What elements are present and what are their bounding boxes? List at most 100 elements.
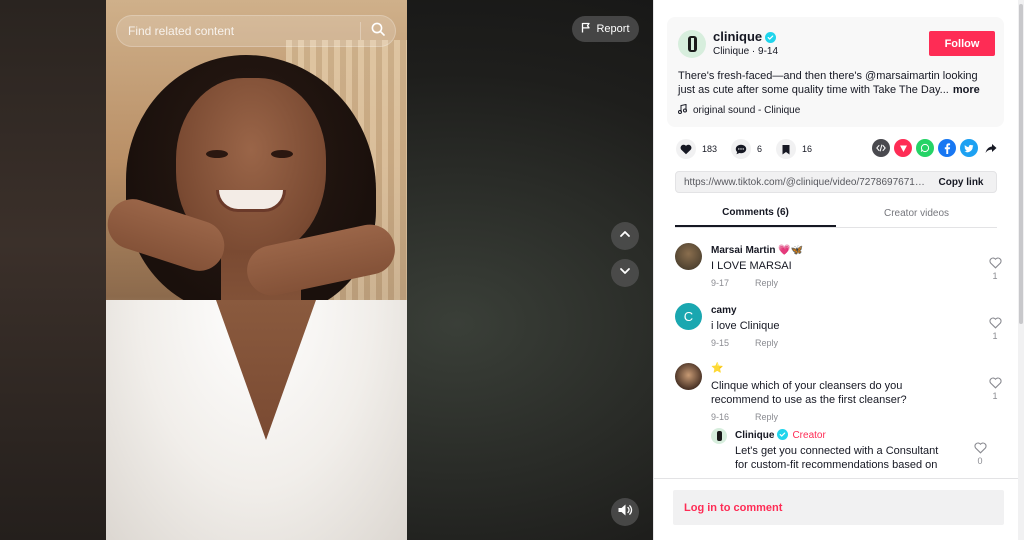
details-panel: clinique Clinique · 9-14 Follow There's … — [653, 0, 1024, 540]
video-area[interactable]: Report — [0, 0, 653, 540]
music-note-icon — [678, 103, 687, 117]
comment-username[interactable]: ⭐ — [711, 363, 723, 374]
comment-username[interactable]: camy — [711, 305, 737, 316]
previous-video-button[interactable] — [611, 222, 639, 250]
share-icon[interactable] — [982, 139, 1000, 157]
author-meta: Clinique · 9-14 — [713, 46, 779, 57]
comment-like: 1 — [985, 257, 1005, 281]
comment-username[interactable]: Marsai Martin 💗🦋 — [711, 245, 803, 256]
follow-button[interactable]: Follow — [929, 31, 995, 56]
tab-creator-videos[interactable]: Creator videos — [836, 200, 997, 227]
comment-meta: 9-16 Reply — [711, 412, 778, 422]
tab-comments[interactable]: Comments (6) — [675, 200, 836, 227]
video-link-url[interactable]: https://www.tiktok.com/@clinique/video/7… — [676, 177, 926, 188]
comment-like-count: 1 — [992, 331, 998, 341]
embed-icon[interactable] — [872, 139, 890, 157]
scrollbar-thumb[interactable] — [1019, 4, 1023, 324]
bookmark-icon — [776, 139, 797, 159]
video-subject-eye — [271, 150, 293, 158]
author-card: clinique Clinique · 9-14 Follow There's … — [667, 17, 1004, 127]
like-button[interactable]: 183 — [676, 139, 717, 159]
sound-link[interactable]: original sound - Clinique — [678, 103, 801, 117]
author-name-row[interactable]: clinique — [713, 29, 777, 44]
comment-like-count: 1 — [992, 271, 998, 281]
creator-badge: Creator — [792, 430, 826, 441]
comment-item: C camy i love Clinique 9-15 Reply 1 — [675, 303, 1005, 363]
comment-like: 0 — [970, 442, 990, 466]
save-count: 16 — [802, 144, 813, 154]
reply-button[interactable]: Reply — [755, 412, 778, 422]
heart-outline-icon[interactable] — [985, 257, 1005, 269]
chevron-down-icon — [618, 264, 632, 283]
comment-item: ⭐ Clinque which of your cleansers do you… — [675, 363, 1005, 425]
volume-button[interactable] — [611, 498, 639, 526]
reply-username-row: Clinique Creator — [735, 429, 826, 441]
comment-footer: Log in to comment — [654, 478, 1018, 540]
video-subject-smile — [216, 190, 286, 212]
avatar-letter: C — [683, 309, 694, 324]
verified-icon — [765, 32, 777, 43]
video-player[interactable] — [106, 0, 407, 540]
comment-button[interactable]: 6 — [731, 139, 762, 159]
panel-tabs: Comments (6) Creator videos — [675, 200, 997, 228]
reply-button[interactable]: Reply — [755, 278, 778, 288]
avatar[interactable]: C — [675, 303, 702, 330]
heart-outline-icon[interactable] — [985, 317, 1005, 329]
volume-icon — [617, 503, 633, 522]
search-button[interactable] — [361, 16, 395, 46]
engagement-actions: 183 6 16 — [676, 139, 826, 159]
comment-date: 9-17 — [711, 278, 730, 288]
comment-like-count: 0 — [977, 456, 983, 466]
comment-like: 1 — [985, 377, 1005, 401]
comment-meta: 9-17 Reply — [711, 278, 778, 288]
report-label: Report — [596, 23, 630, 35]
video-blurred-background — [0, 0, 106, 540]
avatar[interactable] — [675, 243, 702, 270]
sound-label: original sound - Clinique — [693, 105, 801, 116]
heart-outline-icon[interactable] — [970, 442, 990, 454]
report-button[interactable]: Report — [572, 16, 639, 42]
twitter-icon[interactable] — [960, 139, 978, 157]
description-text: There's fresh-faced—and then there's @ma… — [678, 70, 978, 96]
save-button[interactable]: 16 — [776, 139, 812, 159]
comment-date: 9-15 — [711, 338, 730, 348]
whatsapp-icon[interactable] — [916, 139, 934, 157]
flag-icon — [581, 22, 591, 36]
comment-text: I LOVE MARSAI — [711, 260, 792, 272]
comment-like-count: 1 — [992, 391, 998, 401]
comment-meta: 9-15 Reply — [711, 338, 778, 348]
author-name[interactable]: clinique — [713, 29, 762, 44]
avatar[interactable] — [675, 363, 702, 390]
comment-text: Clinque which of your cleansers do you r… — [711, 380, 907, 406]
search-icon — [371, 22, 385, 41]
comment-text: i love Clinique — [711, 320, 780, 332]
reply-text: Let's get you connected with a Consultan… — [735, 445, 939, 471]
reply-username[interactable]: Clinique — [735, 430, 774, 441]
login-to-comment-button[interactable]: Log in to comment — [673, 490, 1004, 525]
next-video-button[interactable] — [611, 259, 639, 287]
reply-button[interactable]: Reply — [755, 338, 778, 348]
comment-date: 9-16 — [711, 412, 730, 422]
heart-outline-icon[interactable] — [985, 377, 1005, 389]
scrollbar[interactable] — [1018, 0, 1024, 540]
creator-reply: Clinique Creator Let's get you connected … — [711, 428, 987, 473]
send-icon[interactable] — [894, 139, 912, 157]
comment-item: Marsai Martin 💗🦋 I LOVE MARSAI 9-17 Repl… — [675, 243, 1005, 303]
video-link-box: https://www.tiktok.com/@clinique/video/7… — [675, 171, 997, 193]
comment-like: 1 — [985, 317, 1005, 341]
video-subject-eye — [206, 150, 228, 158]
comment-icon — [731, 139, 752, 159]
verified-icon — [777, 429, 789, 440]
copy-link-button[interactable]: Copy link — [926, 177, 996, 188]
avatar[interactable] — [711, 428, 727, 444]
search-input[interactable] — [117, 16, 360, 46]
share-buttons — [872, 139, 1000, 157]
author-avatar[interactable] — [678, 30, 706, 58]
more-link[interactable]: more — [953, 84, 980, 96]
video-description: There's fresh-faced—and then there's @ma… — [678, 69, 996, 97]
comment-list: Marsai Martin 💗🦋 I LOVE MARSAI 9-17 Repl… — [654, 233, 1018, 473]
related-search-bar — [116, 15, 396, 47]
comment-count: 6 — [757, 144, 763, 154]
like-count: 183 — [702, 144, 718, 154]
facebook-icon[interactable] — [938, 139, 956, 157]
